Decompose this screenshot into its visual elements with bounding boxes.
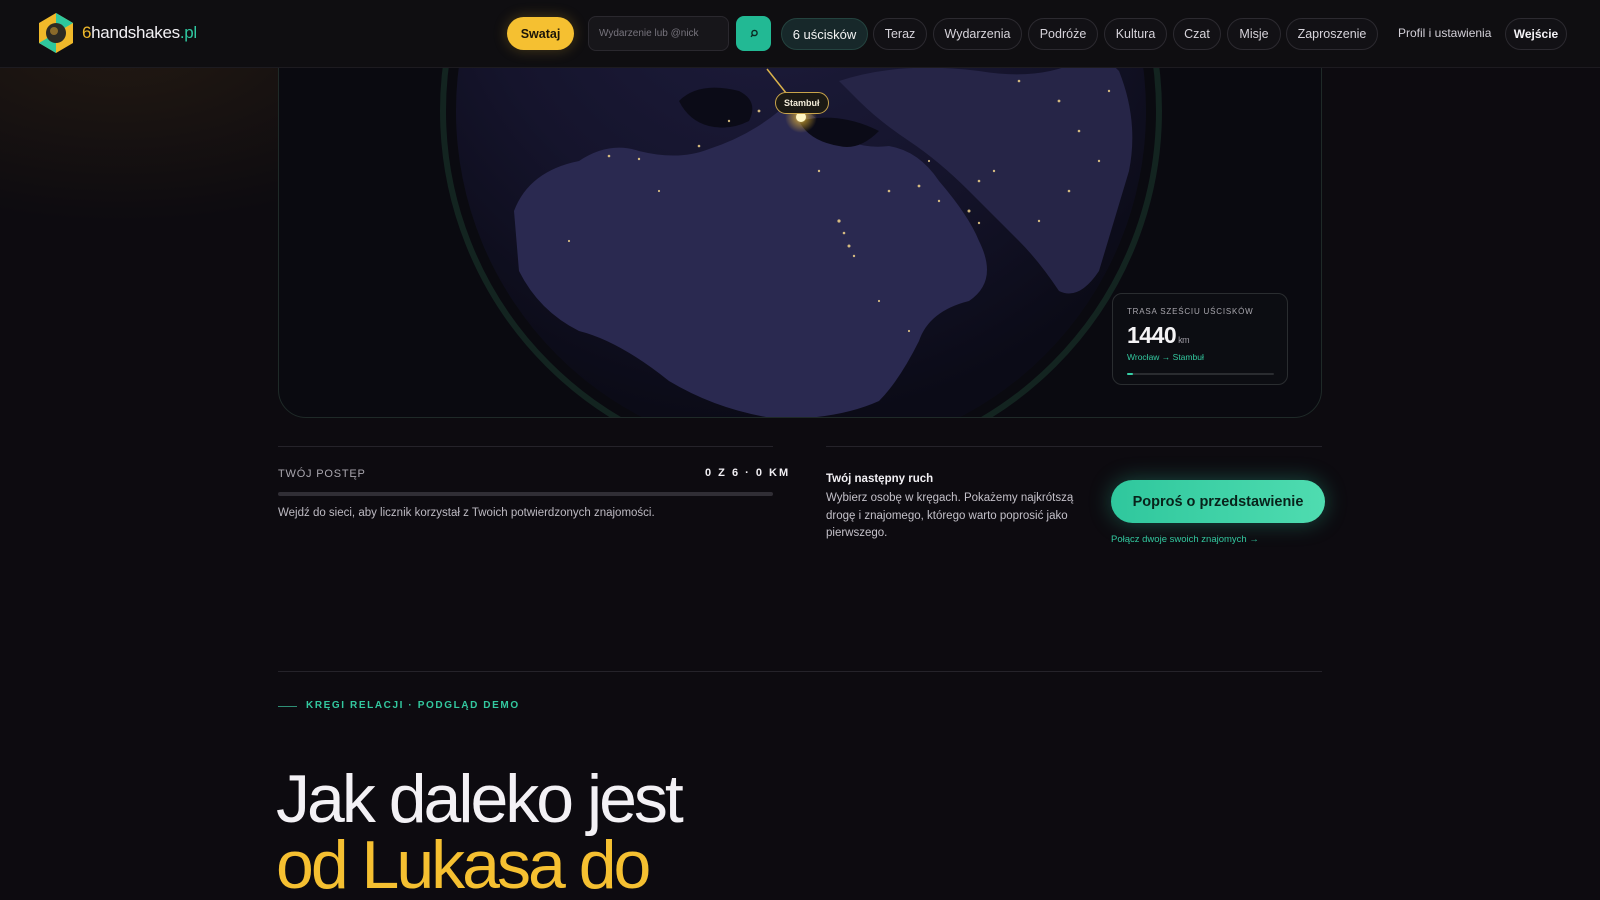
profile-settings-link[interactable]: Profil i ustawienia xyxy=(1398,26,1491,40)
logo-hexagon-icon xyxy=(39,13,73,53)
route-cities: Wrocław → Stambuł xyxy=(1127,352,1204,362)
route-distance: 1440 km xyxy=(1127,322,1273,349)
route-stat-card: TRASA SZEŚCIU UŚCISKÓW 1440 km Wrocław → … xyxy=(1112,293,1288,385)
nav-teraz[interactable]: Teraz xyxy=(873,18,927,50)
next-move-title: Twój następny ruch xyxy=(826,473,934,485)
progress-title: TWÓJ POSTĘP xyxy=(278,468,366,480)
divider xyxy=(826,446,1322,447)
eyebrow-line xyxy=(278,706,297,707)
nav-6-usciskow[interactable]: 6 uścisków xyxy=(781,18,868,50)
progress-note: Wejdź do sieci, aby licznik korzystał z … xyxy=(278,507,655,519)
nav-czat[interactable]: Czat xyxy=(1173,18,1221,50)
logo-prefix: 6 xyxy=(82,23,92,42)
nav-podroze[interactable]: Podróże xyxy=(1028,18,1098,50)
logo-name: handshakes xyxy=(91,23,180,42)
headline-line-2: od Lukasa do xyxy=(276,827,651,900)
nav-misje[interactable]: Misje xyxy=(1227,18,1281,50)
route-progress-track xyxy=(1127,373,1274,375)
search-field[interactable] xyxy=(588,16,729,51)
connect-friends-link[interactable]: Połącz dwoje swoich znajomych → xyxy=(1111,534,1259,545)
route-distance-value: 1440 xyxy=(1127,322,1177,348)
site-logo[interactable]: 6handshakes.pl xyxy=(34,11,197,55)
swataj-button[interactable]: Swataj xyxy=(507,17,574,50)
section-divider xyxy=(278,671,1322,672)
login-button[interactable]: Wejście xyxy=(1505,18,1567,50)
headline-line-1: Jak daleko jest xyxy=(276,761,684,837)
request-introduction-button[interactable]: Poproś o przedstawienie xyxy=(1111,480,1325,523)
progress-count: 0 Z 6 · 0 KM xyxy=(705,467,791,479)
logo-tld: .pl xyxy=(179,23,197,42)
progress-bar xyxy=(278,492,773,496)
nav-kultura[interactable]: Kultura xyxy=(1104,18,1167,50)
logo-text: 6handshakes.pl xyxy=(82,23,197,43)
nav-wydarzenia[interactable]: Wydarzenia xyxy=(933,18,1022,50)
section-eyebrow: KRĘGI RELACJI · PODGLĄD DEMO xyxy=(306,700,520,711)
route-progress-fill xyxy=(1127,373,1133,375)
globe-map[interactable]: Stambuł TRASA SZEŚCIU UŚCISKÓW 1440 km Wr… xyxy=(278,40,1322,418)
top-navigation: 6handshakes.pl Swataj 6 uścisków Teraz W… xyxy=(0,0,1600,68)
nav-zaproszenie[interactable]: Zaproszenie xyxy=(1286,18,1378,50)
map-pin-label[interactable]: Stambuł xyxy=(775,92,829,114)
route-distance-unit: km xyxy=(1178,335,1190,345)
section-headline: Jak daleko jest od Lukasa do xyxy=(276,765,684,900)
route-stat-label: TRASA SZEŚCIU UŚCISKÓW xyxy=(1127,307,1254,316)
next-move-text: Wybierz osobę w kręgach. Pokażemy najkró… xyxy=(826,492,1074,539)
search-button[interactable] xyxy=(736,16,771,51)
divider xyxy=(278,446,773,447)
search-icon xyxy=(749,29,758,37)
search-input[interactable] xyxy=(599,28,719,39)
